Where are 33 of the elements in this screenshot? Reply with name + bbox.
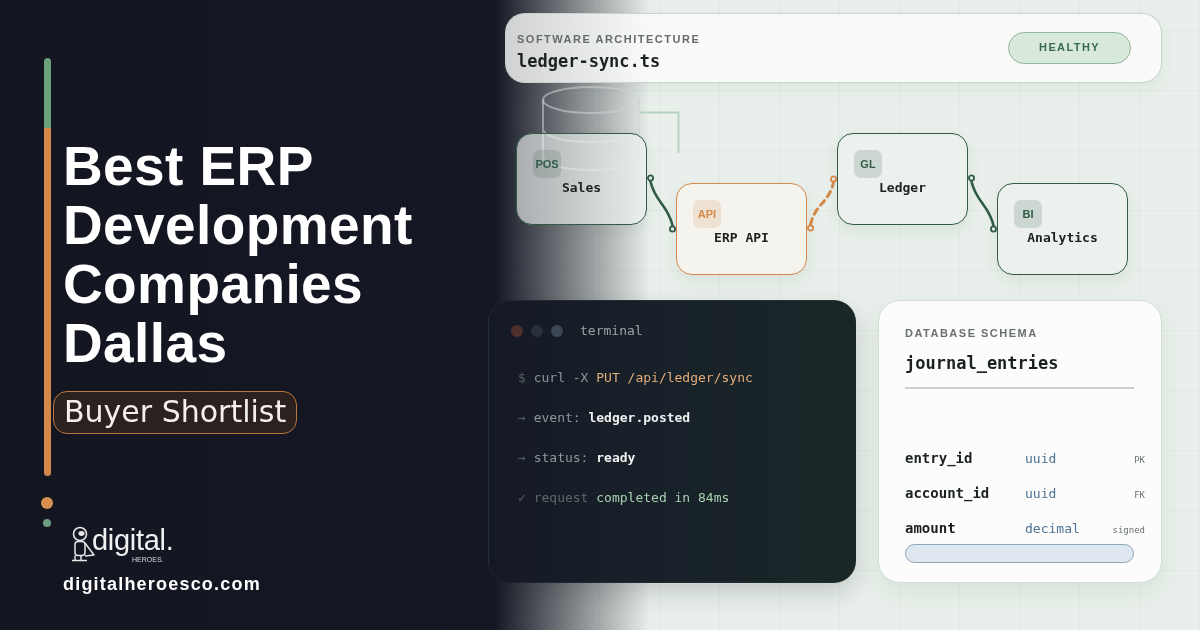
dot-icon xyxy=(41,497,53,509)
node-badge: BI xyxy=(1014,200,1042,228)
health-status: HEALTHY xyxy=(1008,32,1131,64)
page-title: Best ERP Development Companies Dallas xyxy=(63,137,414,373)
node-label: ERP API xyxy=(714,229,769,247)
node-label: Analytics xyxy=(1027,229,1098,247)
node-badge: GL xyxy=(854,150,882,178)
terminal-line: → event: ledger.posted xyxy=(518,409,692,427)
column-name: account_id xyxy=(905,484,991,503)
table-name: journal_entries xyxy=(905,352,1059,374)
terminal-line: ✓ request completed in 84ms xyxy=(518,489,731,507)
column-type: uuid xyxy=(1025,485,1058,503)
node-badge: POS xyxy=(533,150,561,178)
column-name: entry_id xyxy=(905,449,974,468)
node-badge: API xyxy=(693,200,721,228)
terminal-line: → status: ready xyxy=(518,449,637,467)
column-type: uuid xyxy=(1025,450,1058,468)
node-label: Sales xyxy=(561,179,602,197)
column-key: signed xyxy=(1112,524,1145,536)
dot-icon xyxy=(43,519,51,527)
column-key: FK xyxy=(1134,489,1145,501)
node-label: Ledger xyxy=(879,179,926,197)
column-name: amount xyxy=(905,519,957,538)
terminal-title: terminal xyxy=(580,323,643,339)
shortlist-label: Buyer Shortlist xyxy=(53,391,298,434)
column-type: decimal xyxy=(1025,520,1081,538)
file-name: ledger-sync.ts xyxy=(517,50,661,72)
column-key: PK xyxy=(1134,454,1145,466)
website-url: digitalheroesco.com xyxy=(63,573,261,595)
terminal-line: $ curl -X PUT /api/ledger/sync xyxy=(518,369,754,387)
corner-line xyxy=(640,111,680,153)
section-eyebrow: DATABASE SCHEMA xyxy=(905,326,1038,340)
section-eyebrow: SOFTWARE ARCHITECTURE xyxy=(517,32,701,46)
